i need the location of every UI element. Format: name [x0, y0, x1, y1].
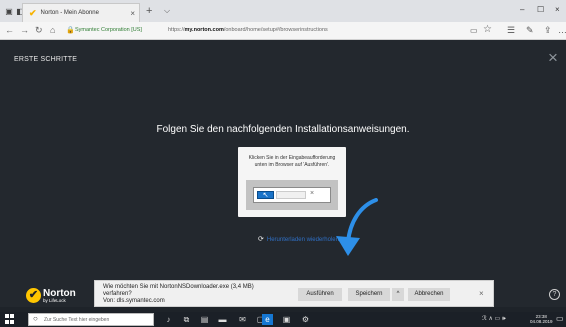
- photos-icon[interactable]: ▣: [281, 314, 292, 325]
- save-options-chevron-icon[interactable]: ^: [392, 288, 404, 301]
- tab-title: Norton - Mein Abonne: [40, 10, 99, 16]
- norton-logo-word: Norton: [43, 287, 76, 299]
- norton-logo: ✔ Norton by LifeLock: [26, 288, 76, 303]
- back-icon[interactable]: ←: [5, 25, 14, 35]
- tab-norton[interactable]: ✔ Norton - Mein Abonne ×: [22, 3, 140, 22]
- illustration-field: [276, 191, 306, 199]
- close-window-button[interactable]: ×: [555, 5, 560, 14]
- mail-icon[interactable]: ✉: [237, 314, 248, 325]
- notification-icon[interactable]: ▭: [556, 314, 564, 323]
- main-heading: Folgen Sie den nachfolgenden Installatio…: [156, 124, 410, 135]
- task-view-icon[interactable]: ⧉: [181, 314, 192, 325]
- home-icon[interactable]: ⌂: [50, 25, 55, 35]
- run-button[interactable]: Ausführen: [298, 288, 342, 301]
- norton-check-icon: ✔: [26, 288, 41, 303]
- download-prompt-line-2: verfahren?: [103, 291, 132, 297]
- download-prompt-line-1: Wie möchten Sie mit NortonNSDownloader.e…: [103, 284, 254, 290]
- search-icon: ○: [33, 314, 38, 323]
- minimize-button[interactable]: –: [520, 5, 524, 14]
- url-prefix: https://: [168, 27, 185, 33]
- favorite-star-icon[interactable]: ☆: [483, 24, 492, 35]
- tab-dropdown-icon[interactable]: ⌵: [164, 6, 170, 16]
- settings-icon[interactable]: ⚙: [300, 314, 311, 325]
- share-icon[interactable]: ⇪: [544, 25, 552, 36]
- help-icon[interactable]: ?: [549, 289, 560, 300]
- store-icon[interactable]: ▤: [199, 314, 210, 325]
- close-download-bar-icon[interactable]: ×: [479, 289, 484, 298]
- lock-icon: 🔒: [66, 27, 75, 34]
- section-title: ERSTE SCHRITTE: [14, 56, 78, 63]
- norton-check-icon: ✔: [29, 7, 37, 18]
- file-explorer-icon[interactable]: ▬: [217, 314, 228, 325]
- browser-tab-bar: ▣ ◧ ✔ Norton - Mein Abonne × + ⌵ – ☐ ×: [0, 0, 566, 22]
- microphone-icon[interactable]: ♪: [163, 314, 174, 325]
- illustration-close-icon: ×: [310, 190, 315, 197]
- download-source: Von: dls.symantec.com: [103, 298, 165, 304]
- certificate-label[interactable]: Symantec Corporation [US]: [75, 27, 142, 33]
- refresh-icon[interactable]: ↻: [35, 25, 43, 36]
- close-page-icon[interactable]: ×: [548, 48, 558, 68]
- windows-taskbar: ○ Zur Suche Text hier eingeben ♪ ⧉ ▤ ▬ ✉…: [0, 312, 566, 327]
- maximize-button[interactable]: ☐: [537, 5, 544, 14]
- clock[interactable]: 23:38 04.08.2019: [530, 314, 553, 324]
- forward-icon[interactable]: →: [20, 25, 29, 35]
- cancel-button[interactable]: Abbrechen: [408, 288, 450, 301]
- instruction-line-2: unten im Browser auf 'Ausführen'.: [254, 162, 330, 168]
- url-domain: my.norton.com: [184, 27, 224, 33]
- search-placeholder: Zur Suche Text hier eingeben: [44, 317, 110, 323]
- favorites-hub-icon[interactable]: ☰: [507, 25, 515, 36]
- windows-start-icon[interactable]: [5, 314, 15, 324]
- reading-view-icon[interactable]: ▭: [470, 26, 478, 35]
- save-button[interactable]: Speichern: [348, 288, 390, 301]
- instruction-text: Klicken Sie in der Eingabeaufforderung u…: [238, 155, 346, 169]
- refresh-icon: ⟳: [258, 236, 264, 243]
- address-input[interactable]: https://my.norton.com/onboard/home/setup…: [168, 27, 328, 33]
- url-path: /onboard/home/setup#/browserinstructions: [223, 27, 328, 33]
- download-prompt-text: Wie möchten Sie mit NortonNSDownloader.e…: [103, 284, 293, 305]
- more-icon[interactable]: …: [558, 25, 566, 35]
- illustration-run-button: ↖: [257, 191, 274, 199]
- edge-browser-icon[interactable]: e: [262, 314, 273, 325]
- pen-icon[interactable]: ✎: [526, 25, 534, 36]
- instruction-line-1: Klicken Sie in der Eingabeaufforderung: [248, 155, 336, 161]
- clock-date: 04.08.2019: [530, 319, 553, 324]
- new-tab-button[interactable]: +: [146, 5, 152, 17]
- download-notification-bar: Wie möchten Sie mit NortonNSDownloader.e…: [94, 280, 494, 307]
- browser-nav-bar: ← → ↻ ⌂ 🔒 Symantec Corporation [US] http…: [0, 22, 566, 40]
- tab-close-icon[interactable]: ×: [130, 9, 139, 18]
- down-arrow-icon: [336, 198, 378, 256]
- taskbar-search-input[interactable]: ○ Zur Suche Text hier eingeben: [28, 313, 154, 326]
- system-tray[interactable]: ℛ ∧ ▭ 🕪: [482, 315, 506, 323]
